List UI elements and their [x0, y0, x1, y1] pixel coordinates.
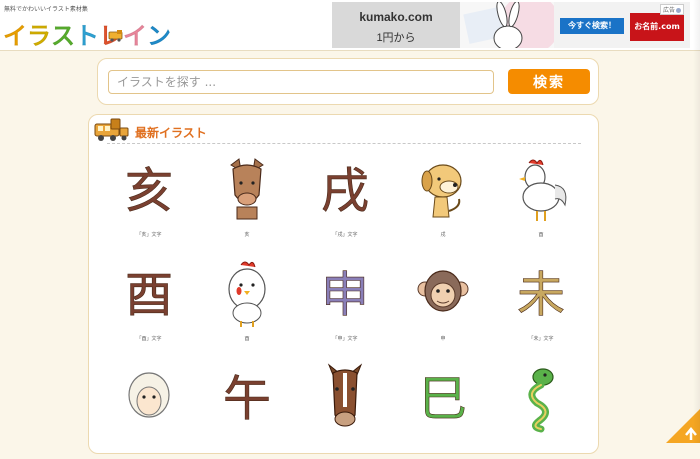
latest-illustrations-panel: 最新イラスト 亥 「亥」文字 亥 戌 「戌」文字 戌 酉 酉 「酉」文字 酉 申…: [88, 114, 599, 454]
ad-brand-logo[interactable]: お名前.com: [630, 13, 684, 41]
kanji-character-icon: 亥: [125, 163, 174, 220]
ad-domain-panel[interactable]: kumako.com 1円から: [332, 2, 460, 48]
boar-icon: [230, 158, 264, 220]
illustration-tile[interactable]: 未 「未」文字: [495, 255, 587, 355]
svg-text:午: 午: [223, 371, 271, 427]
illustration-tile[interactable]: 酉: [201, 255, 293, 355]
dog-icon: [421, 164, 462, 218]
illustration-caption: 「未」文字: [528, 336, 554, 342]
illustration-caption: 「亥」文字: [136, 232, 162, 238]
ad-search-now-button[interactable]: 今すぐ検索！: [560, 18, 624, 34]
illustration-tile[interactable]: 戌 「戌」文字: [299, 151, 391, 251]
illustration-tile[interactable]: 戌: [397, 151, 489, 251]
section-divider: [107, 143, 581, 144]
illustration-tile[interactable]: [103, 359, 195, 459]
illustration-tile[interactable]: 酉 「酉」文字: [103, 255, 195, 355]
kanji-character-icon: 戌: [321, 163, 370, 220]
illustration-caption: 酉: [244, 336, 250, 342]
section-title: 最新イラスト: [135, 126, 207, 140]
site-logo[interactable]: イラストレイン: [3, 14, 172, 50]
kanji-character-icon: 酉: [125, 267, 174, 324]
illustration-tile[interactable]: 申: [397, 255, 489, 355]
logo-letter: ン: [147, 22, 172, 50]
logo-letter: ス: [51, 22, 76, 50]
window-edge: [693, 0, 700, 443]
svg-text:戌: 戌: [321, 163, 369, 219]
logo-letter: ラ: [27, 22, 52, 50]
search-input[interactable]: [108, 70, 494, 94]
illustration-caption: 「酉」文字: [136, 336, 162, 342]
ad-domain-text: kumako.com: [359, 10, 433, 24]
illustration-caption: 「申」文字: [332, 336, 358, 342]
logo-letter: ト: [75, 22, 100, 50]
kanji-character-icon: 午: [223, 371, 272, 428]
kanji-character-icon: 巳: [419, 371, 468, 428]
svg-text:申: 申: [321, 267, 369, 323]
site-header: 無料でかわいいイラスト素材集 イラストレイン kumako.com 1円から 今…: [0, 0, 700, 51]
rooster-icon: [519, 159, 567, 221]
sheep-icon: [128, 372, 170, 418]
horse-icon: [327, 363, 363, 427]
ad-info-icon: [676, 8, 681, 13]
ad-rabbit-image: [460, 2, 560, 48]
search-button[interactable]: 検索: [508, 69, 590, 94]
illustration-tile[interactable]: [299, 359, 391, 459]
search-panel: 検索: [97, 58, 599, 105]
illustration-tile[interactable]: 亥 「亥」文字: [103, 151, 195, 251]
illustration-caption: 「戌」文字: [332, 232, 358, 238]
kanji-character-icon: 未: [517, 267, 566, 324]
illustration-caption: 亥: [244, 232, 250, 238]
kanji-character-icon: 申: [321, 267, 370, 324]
ad-label-text: 広告: [662, 7, 675, 14]
monkey-icon: [417, 270, 469, 312]
illustration-caption: 申: [440, 336, 446, 342]
chick-icon: [228, 261, 266, 327]
train-icon: [94, 118, 129, 141]
section-header: 最新イラスト: [93, 118, 593, 144]
illustration-caption: 戌: [440, 232, 446, 238]
ad-price-text: 1円から: [376, 32, 416, 44]
snake-icon: [528, 368, 554, 433]
illustration-tile[interactable]: 酉: [495, 151, 587, 251]
site-tagline: 無料でかわいいイラスト素材集: [4, 6, 88, 13]
logo-letter: イ: [3, 22, 28, 50]
ad-label-badge[interactable]: 広告: [659, 4, 684, 15]
svg-text:亥: 亥: [125, 163, 173, 219]
illustration-tile[interactable]: 巳: [397, 359, 489, 459]
illustration-caption: 酉: [538, 232, 544, 238]
illustration-tile[interactable]: [495, 359, 587, 459]
header-ad-banner[interactable]: kumako.com 1円から 今すぐ検索！ お名前.com 広告: [332, 2, 690, 48]
svg-text:酉: 酉: [125, 267, 173, 323]
svg-text:巳: 巳: [419, 371, 467, 427]
illustration-tile[interactable]: 亥: [201, 151, 293, 251]
rabbit-illustration-icon: [463, 2, 560, 48]
logo-letter: イ: [123, 22, 148, 50]
logo-train-icon: [108, 30, 123, 42]
illustration-tile[interactable]: 午: [201, 359, 293, 459]
illustration-tile[interactable]: 申 「申」文字: [299, 255, 391, 355]
svg-text:未: 未: [517, 267, 565, 323]
